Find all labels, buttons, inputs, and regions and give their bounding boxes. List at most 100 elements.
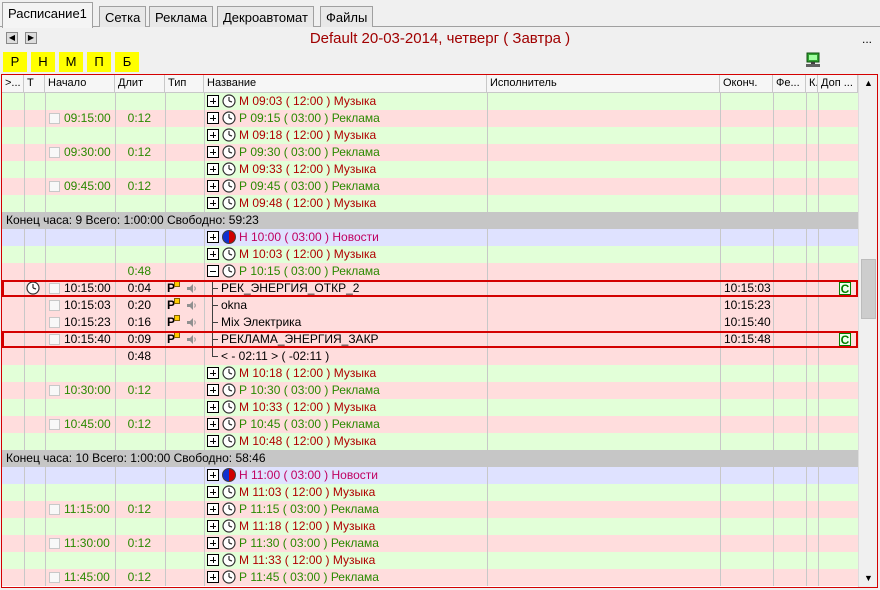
scroll-up-button[interactable]: ▲ bbox=[861, 76, 876, 91]
expand-icon[interactable] bbox=[207, 180, 219, 192]
hour-summary-row[interactable]: Конец часа: 9 Всего: 1:00:00 Свободно: 5… bbox=[2, 212, 858, 229]
row-checkbox[interactable] bbox=[49, 572, 60, 583]
row-checkbox[interactable] bbox=[49, 419, 60, 430]
filter-b-button[interactable]: Б bbox=[115, 52, 139, 72]
table-row[interactable]: М 10:48 ( 12:00 ) Музыка bbox=[2, 433, 858, 450]
table-row[interactable]: М 09:48 ( 12:00 ) Музыка bbox=[2, 195, 858, 212]
col-header-start[interactable]: Начало bbox=[45, 75, 115, 93]
expand-icon[interactable] bbox=[207, 367, 219, 379]
tab-schedule[interactable]: Расписание1 bbox=[2, 2, 93, 28]
col-header-duration[interactable]: Длит bbox=[115, 75, 165, 93]
table-row[interactable]: М 10:33 ( 12:00 ) Музыка bbox=[2, 399, 858, 416]
grid-line bbox=[720, 110, 721, 127]
speaker-icon[interactable] bbox=[186, 300, 197, 311]
expand-icon[interactable] bbox=[207, 520, 219, 532]
col-header-name[interactable]: Название bbox=[204, 75, 487, 93]
grid-line bbox=[818, 314, 819, 331]
table-row[interactable]: Н 11:00 ( 03:00 ) Новости bbox=[2, 467, 858, 484]
collapse-icon[interactable] bbox=[207, 265, 219, 277]
tab-grid[interactable]: Сетка bbox=[99, 6, 147, 27]
grid-line bbox=[487, 501, 488, 518]
table-row[interactable]: М 09:18 ( 12:00 ) Музыка bbox=[2, 127, 858, 144]
scroll-thumb[interactable] bbox=[861, 259, 876, 319]
row-checkbox[interactable] bbox=[49, 181, 60, 192]
table-row[interactable]: 11:30:00 0:12 Р 11:30 ( 03:00 ) Реклама bbox=[2, 535, 858, 552]
expand-icon[interactable] bbox=[207, 571, 219, 583]
table-row[interactable]: 09:45:00 0:12 Р 09:45 ( 03:00 ) Реклама bbox=[2, 178, 858, 195]
expand-icon[interactable] bbox=[207, 231, 219, 243]
expand-icon[interactable] bbox=[207, 554, 219, 566]
table-row[interactable]: 10:30:00 0:12 Р 10:30 ( 03:00 ) Реклама bbox=[2, 382, 858, 399]
expand-icon[interactable] bbox=[207, 129, 219, 141]
tab-ads[interactable]: Реклама bbox=[149, 6, 214, 27]
table-row[interactable]: М 10:18 ( 12:00 ) Музыка bbox=[2, 365, 858, 382]
expand-icon[interactable] bbox=[207, 435, 219, 447]
filter-advertising-button[interactable]: Р bbox=[3, 52, 27, 72]
table-row[interactable]: Н 10:00 ( 03:00 ) Новости bbox=[2, 229, 858, 246]
table-row[interactable]: М 11:18 ( 12:00 ) Музыка bbox=[2, 518, 858, 535]
row-checkbox[interactable] bbox=[49, 147, 60, 158]
col-header-fe[interactable]: Фе... bbox=[773, 75, 806, 93]
grid-line bbox=[204, 569, 205, 586]
col-header-end[interactable]: Оконч. bbox=[720, 75, 773, 93]
table-row[interactable]: М 11:33 ( 12:00 ) Музыка bbox=[2, 552, 858, 569]
scroll-down-button[interactable]: ▼ bbox=[861, 571, 876, 586]
expand-icon[interactable] bbox=[207, 503, 219, 515]
table-row[interactable]: 09:15:00 0:12 Р 09:15 ( 03:00 ) Реклама bbox=[2, 110, 858, 127]
expand-icon[interactable] bbox=[207, 486, 219, 498]
expand-icon[interactable] bbox=[207, 469, 219, 481]
table-row[interactable]: 11:45:00 0:12 Р 11:45 ( 03:00 ) Реклама bbox=[2, 569, 858, 586]
col-header-expand[interactable]: >... bbox=[2, 75, 24, 93]
grid-line bbox=[487, 297, 488, 314]
table-row[interactable]: М 09:33 ( 12:00 ) Музыка bbox=[2, 161, 858, 178]
row-checkbox[interactable] bbox=[49, 113, 60, 124]
table-row[interactable]: 09:30:00 0:12 Р 09:30 ( 03:00 ) Реклама bbox=[2, 144, 858, 161]
col-header-k[interactable]: К.. bbox=[806, 75, 818, 93]
tab-files[interactable]: Файлы bbox=[320, 6, 374, 27]
more-button[interactable]: ... bbox=[862, 32, 872, 46]
col-header-type[interactable]: Тип bbox=[165, 75, 204, 93]
row-checkbox[interactable] bbox=[49, 317, 60, 328]
expand-icon[interactable] bbox=[207, 95, 219, 107]
table-row[interactable]: 0:48 Р 10:15 ( 03:00 ) Реклама bbox=[2, 263, 858, 280]
hour-summary-row[interactable]: Конец часа: 10 Всего: 1:00:00 Свободно: … bbox=[2, 450, 858, 467]
row-checkbox[interactable] bbox=[49, 538, 60, 549]
col-header-extra[interactable]: Доп ... bbox=[818, 75, 858, 93]
block-title: Н 11:00 ( 03:00 ) Новости bbox=[239, 468, 378, 482]
col-header-t[interactable]: Т bbox=[24, 75, 45, 93]
col-header-performer[interactable]: Исполнитель bbox=[487, 75, 720, 93]
vertical-scrollbar[interactable]: ▲ ▼ bbox=[858, 75, 877, 587]
track-row[interactable]: 10:15:03 0:20 Рokna 10:15:23 bbox=[2, 297, 858, 314]
grid-line bbox=[115, 246, 116, 263]
expand-icon[interactable] bbox=[207, 401, 219, 413]
grid-line bbox=[45, 229, 46, 246]
track-row[interactable]: 10:15:23 0:16 Р Mix Электрика 10:15:40 bbox=[2, 314, 858, 331]
expand-icon[interactable] bbox=[207, 248, 219, 260]
table-row[interactable]: 11:15:00 0:12 Р 11:15 ( 03:00 ) Реклама bbox=[2, 501, 858, 518]
table-row[interactable]: 0:48 < - 02:11 > ( -02:11 ) bbox=[2, 348, 858, 365]
row-checkbox[interactable] bbox=[49, 385, 60, 396]
expand-icon[interactable] bbox=[207, 197, 219, 209]
tab-decroautomat[interactable]: Декроавтомат bbox=[217, 6, 314, 27]
speaker-icon[interactable] bbox=[186, 317, 197, 328]
table-row[interactable]: М 11:03 ( 12:00 ) Музыка bbox=[2, 484, 858, 501]
row-checkbox[interactable] bbox=[49, 504, 60, 515]
grid-line bbox=[165, 93, 166, 110]
expand-icon[interactable] bbox=[207, 418, 219, 430]
filter-news-button[interactable]: Н bbox=[31, 52, 55, 72]
expand-icon[interactable] bbox=[207, 112, 219, 124]
expand-icon[interactable] bbox=[207, 384, 219, 396]
filter-music-button[interactable]: М bbox=[59, 52, 83, 72]
table-row[interactable]: М 10:03 ( 12:00 ) Музыка bbox=[2, 246, 858, 263]
table-row[interactable]: 10:45:00 0:12 Р 10:45 ( 03:00 ) Реклама bbox=[2, 416, 858, 433]
type-filter-bar: Р Н М П Б bbox=[0, 51, 880, 73]
expand-icon[interactable] bbox=[207, 537, 219, 549]
row-checkbox[interactable] bbox=[49, 300, 60, 311]
clock-icon bbox=[222, 434, 236, 448]
expand-icon[interactable] bbox=[207, 163, 219, 175]
monitor-icon[interactable] bbox=[806, 52, 820, 68]
expand-icon[interactable] bbox=[207, 146, 219, 158]
table-row[interactable]: М 09:03 ( 12:00 ) Музыка bbox=[2, 93, 858, 110]
grid-line bbox=[806, 518, 807, 535]
filter-p-button[interactable]: П bbox=[87, 52, 111, 72]
